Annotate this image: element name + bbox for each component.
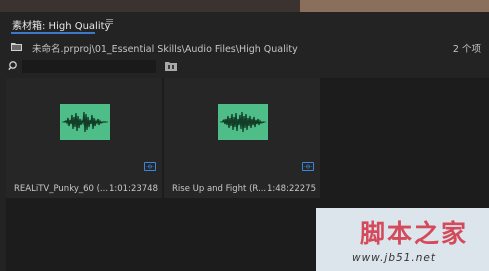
clip-card-2[interactable]: Rise Up and Fight (R... 1:48:22275	[164, 78, 320, 198]
new-bin-icon[interactable]	[165, 60, 177, 71]
clip-duration: 1:48:22275	[267, 184, 316, 194]
path-bar: 未命名.prproj\01_Essential Skills\Audio Fil…	[0, 36, 489, 58]
panel-tab-bar: 素材箱: High Quality ≡	[0, 12, 489, 36]
active-tab-underline	[11, 32, 95, 34]
search-input[interactable]	[22, 60, 156, 73]
item-count: 2 个项	[452, 44, 481, 55]
hamburger-menu-icon[interactable]: ≡	[105, 15, 114, 28]
clip-name: Rise Up and Fight (R...	[172, 184, 267, 194]
audio-clip-icon	[144, 162, 156, 171]
watermark: 脚本之家 www.jb51.net	[316, 208, 489, 271]
audio-clip-icon	[302, 162, 314, 171]
clip-card-1[interactable]: REALiTV_Punky_60 (... 1:01:23748	[6, 78, 162, 198]
folder-icon[interactable]	[11, 42, 22, 51]
clip-name: REALiTV_Punky_60 (...	[14, 184, 109, 194]
window-top-strip	[0, 0, 489, 12]
audio-waveform-thumbnail[interactable]	[218, 104, 268, 140]
search-icon[interactable]	[8, 60, 20, 72]
watermark-logo-text: 脚本之家	[360, 219, 469, 248]
clip-duration: 1:01:23748	[109, 184, 158, 194]
search-bar	[0, 58, 489, 78]
bin-tab-title[interactable]: 素材箱: High Quality	[12, 17, 110, 32]
bin-path: 未命名.prproj\01_Essential Skills\Audio Fil…	[32, 44, 298, 55]
audio-waveform-thumbnail[interactable]	[60, 104, 110, 140]
watermark-url: www.jb51.net	[352, 252, 436, 264]
